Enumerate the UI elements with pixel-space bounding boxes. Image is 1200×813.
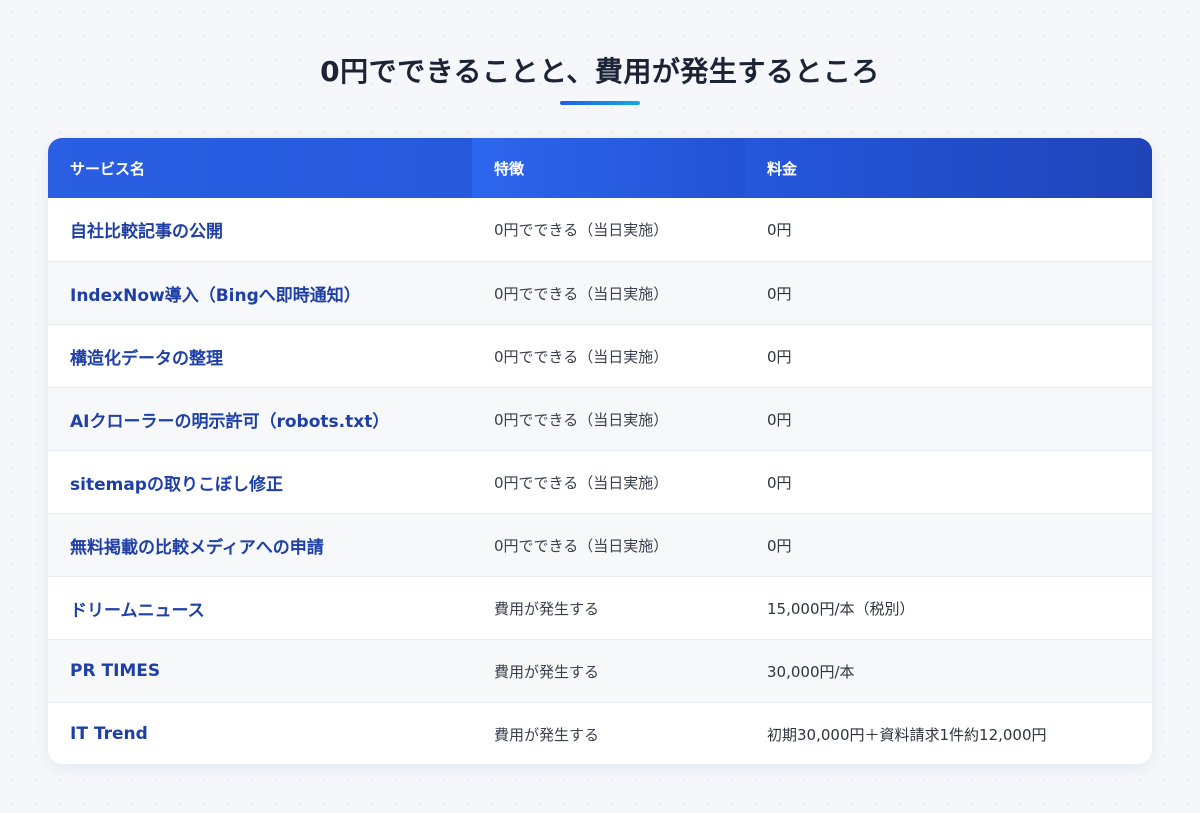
cell-feature: 0円でできる（当日実施）: [494, 473, 669, 492]
table-row: ドリームニュース 費用が発生する 15,000円/本（税別）: [48, 576, 1152, 639]
cell-feature: 0円でできる（当日実施）: [494, 410, 669, 429]
table-row: IndexNow導入（Bingへ即時通知） 0円でできる（当日実施） 0円: [48, 261, 1152, 324]
cell-service-name: 無料掲載の比較メディアへの申請: [70, 537, 324, 558]
table-row: IT Trend 費用が発生する 初期30,000円＋資料請求1件約12,000…: [48, 702, 1152, 764]
table-header: サービス名 特徴 料金: [48, 138, 1152, 198]
cell-price: 0円: [767, 221, 792, 239]
cell-feature: 費用が発生する: [494, 599, 600, 618]
cell-service-name: 自社比較記事の公開: [70, 222, 223, 242]
cell-feature: 費用が発生する: [494, 662, 600, 681]
table-body: 自社比較記事の公開 0円でできる（当日実施） 0円 IndexNow導入（Bin…: [48, 198, 1152, 764]
table-row: AIクローラーの明示許可（robots.txt） 0円でできる（当日実施） 0円: [48, 387, 1152, 450]
cell-price: 0円: [767, 536, 792, 555]
table-row: 自社比較記事の公開 0円でできる（当日実施） 0円: [48, 198, 1152, 261]
title-underline: [560, 101, 640, 105]
table-row: PR TIMES 費用が発生する 30,000円/本: [48, 639, 1152, 702]
cell-feature: 0円でできる（当日実施）: [494, 347, 669, 366]
cell-service-name: AIクローラーの明示許可（robots.txt）: [70, 411, 390, 432]
cell-price: 初期30,000円＋資料請求1件約12,000円: [767, 725, 1047, 744]
table-row: sitemapの取りこぼし修正 0円でできる（当日実施） 0円: [48, 450, 1152, 513]
cell-price: 15,000円/本（税別）: [767, 599, 915, 618]
cell-price: 30,000円/本: [767, 662, 855, 681]
header-service-name: サービス名: [70, 159, 146, 178]
cell-service-name: IndexNow導入（Bingへ即時通知）: [70, 285, 361, 306]
cell-price: 0円: [767, 410, 792, 429]
table-row: 無料掲載の比較メディアへの申請 0円でできる（当日実施） 0円: [48, 513, 1152, 576]
cell-feature: 費用が発生する: [494, 725, 600, 744]
header-price: 料金: [745, 138, 1152, 198]
cell-price: 0円: [767, 347, 792, 366]
cell-service-name: sitemapの取りこぼし修正: [70, 474, 283, 495]
cell-price: 0円: [767, 284, 792, 303]
cell-feature: 0円でできる（当日実施）: [494, 284, 669, 303]
cell-price: 0円: [767, 473, 792, 492]
cell-service-name: PR TIMES: [70, 661, 161, 681]
header-feature: 特徴: [472, 138, 745, 198]
page-title: 0円でできることと、費用が発生するところ: [320, 55, 880, 88]
cell-feature: 0円でできる（当日実施）: [494, 536, 669, 555]
cell-service-name: IT Trend: [70, 724, 148, 744]
comparison-table: サービス名 特徴 料金 自社比較記事の公開 0円でできる（当日実施） 0円 In…: [48, 138, 1152, 764]
cell-feature: 0円でできる（当日実施）: [494, 221, 669, 239]
cell-service-name: ドリームニュース: [70, 600, 205, 621]
cell-service-name: 構造化データの整理: [70, 348, 223, 369]
table-row: 構造化データの整理 0円でできる（当日実施） 0円: [48, 324, 1152, 387]
